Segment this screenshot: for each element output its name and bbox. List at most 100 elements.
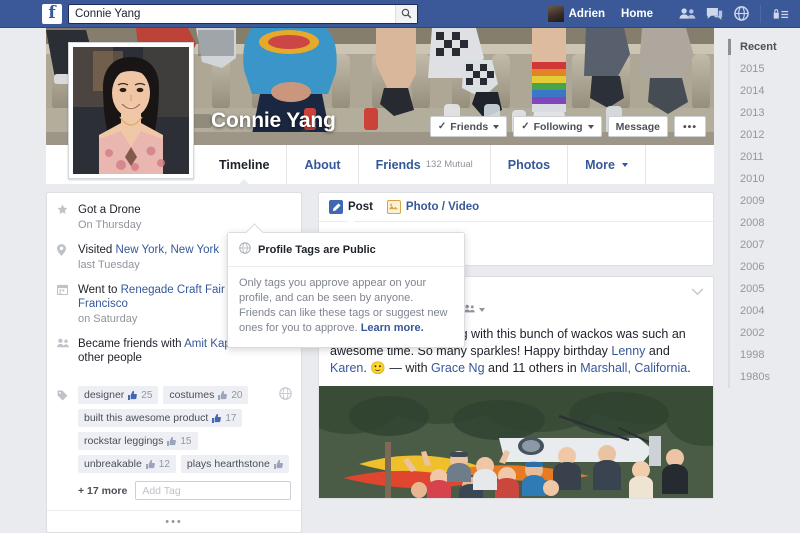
tab-photos[interactable]: Photos bbox=[491, 145, 569, 184]
event-location-link[interactable]: New York, New York bbox=[116, 244, 220, 256]
profile-tag[interactable]: rockstar leggings 15 bbox=[78, 432, 198, 450]
composer-tab-photo-video[interactable]: Photo / Video bbox=[386, 193, 480, 222]
year-nav-item-recent[interactable]: Recent bbox=[728, 36, 800, 58]
profile-header: Connie Yang ✓ Friends ✓ Following Messag… bbox=[46, 28, 714, 185]
post-text-5: and 11 others in bbox=[484, 361, 581, 375]
profile-tag[interactable]: built this awesome product 17 bbox=[78, 409, 243, 427]
post-audience-friends-icon[interactable] bbox=[464, 304, 476, 316]
search-container bbox=[68, 3, 418, 24]
profile-picture[interactable] bbox=[68, 42, 194, 179]
profile-tag[interactable]: costumes 20 bbox=[163, 386, 249, 404]
tab-more-label: More bbox=[585, 157, 615, 172]
friends-button-label: Friends bbox=[450, 120, 489, 133]
list-item-body: Got a Drone On Thursday bbox=[78, 203, 141, 232]
tab-friends-label: Friends bbox=[375, 157, 421, 172]
post-photo-image bbox=[319, 386, 713, 498]
tab-friends-mutual-count: 132 Mutual bbox=[425, 159, 473, 170]
event-timestamp: On Thursday bbox=[78, 219, 142, 231]
year-nav-item-2005[interactable]: 2005 bbox=[728, 278, 800, 300]
tags-privacy-globe-icon[interactable] bbox=[279, 387, 292, 400]
friends-icon bbox=[57, 337, 70, 365]
more-options-button[interactable]: ••• bbox=[673, 116, 706, 137]
profile-tag-count: 15 bbox=[180, 435, 192, 447]
avatar bbox=[547, 5, 564, 22]
list-item-body: Visited New York, New York last Tuesday bbox=[78, 243, 219, 272]
photo-icon bbox=[386, 200, 401, 214]
year-nav-item-2014[interactable]: 2014 bbox=[728, 80, 800, 102]
composer-tab-post-label: Post bbox=[348, 201, 373, 213]
year-nav-item-2010[interactable]: 2010 bbox=[728, 168, 800, 190]
year-nav-item-2002[interactable]: 2002 bbox=[728, 322, 800, 344]
check-icon: ✓ bbox=[437, 121, 447, 132]
tab-timeline[interactable]: Timeline bbox=[202, 145, 288, 185]
star-icon bbox=[57, 203, 70, 232]
profile-tag-count: 20 bbox=[231, 389, 243, 401]
year-nav-item-2009[interactable]: 2009 bbox=[728, 190, 800, 212]
tab-friends[interactable]: Friends 132 Mutual bbox=[359, 145, 491, 184]
post-location-link[interactable]: Marshall, California bbox=[580, 361, 687, 375]
chevron-down-icon[interactable] bbox=[479, 308, 486, 312]
messages-button[interactable] bbox=[702, 3, 726, 25]
following-button[interactable]: ✓ Following bbox=[513, 116, 602, 137]
tab-more[interactable]: More bbox=[568, 145, 646, 184]
lock-icon bbox=[773, 9, 788, 19]
more-tags-button[interactable]: + 17 more bbox=[78, 485, 127, 497]
tab-about[interactable]: About bbox=[287, 145, 359, 184]
profile-tag[interactable]: plays hearthstone bbox=[180, 455, 289, 473]
pencil-icon bbox=[329, 200, 343, 214]
nav-divider bbox=[760, 4, 761, 23]
post-mention-lenny[interactable]: Lenny bbox=[611, 344, 645, 358]
search-input[interactable] bbox=[68, 3, 418, 24]
ellipsis-icon: ••• bbox=[165, 515, 183, 528]
nav-home-link[interactable]: Home bbox=[613, 2, 661, 26]
message-button[interactable]: Message bbox=[607, 116, 668, 137]
messages-icon bbox=[706, 7, 722, 20]
message-button-label: Message bbox=[615, 120, 660, 133]
learn-more-link[interactable]: Learn more. bbox=[361, 322, 424, 334]
facebook-logo[interactable]: f bbox=[42, 3, 62, 24]
event-title: Visited New York, New York bbox=[78, 244, 220, 256]
thumbs-up-icon bbox=[212, 413, 222, 423]
year-nav-item-2011[interactable]: 2011 bbox=[728, 146, 800, 168]
post-mention-karen[interactable]: Karen bbox=[330, 361, 363, 375]
post-photo[interactable] bbox=[319, 386, 713, 498]
profile-tag[interactable]: designer 25 bbox=[78, 386, 159, 404]
privacy-shortcuts-button[interactable] bbox=[768, 3, 792, 25]
year-nav-item-2015[interactable]: 2015 bbox=[728, 58, 800, 80]
following-button-label: Following bbox=[533, 120, 583, 133]
left-card-more-button[interactable]: ••• bbox=[47, 510, 301, 532]
year-nav-item-2004[interactable]: 2004 bbox=[728, 300, 800, 322]
profile-picture-frame bbox=[73, 47, 189, 174]
search-button[interactable] bbox=[395, 4, 417, 23]
nav-user-profile[interactable]: Adrien bbox=[540, 2, 613, 26]
year-nav-item-2013[interactable]: 2013 bbox=[728, 102, 800, 124]
profile-tag-count: 25 bbox=[141, 389, 153, 401]
nav-icon-group bbox=[675, 3, 792, 25]
profile-action-buttons: ✓ Friends ✓ Following Message ••• bbox=[429, 116, 706, 137]
thumbs-up-icon bbox=[273, 459, 283, 469]
year-nav-item-2007[interactable]: 2007 bbox=[728, 234, 800, 256]
notifications-button[interactable] bbox=[729, 3, 753, 25]
profile-tag[interactable]: unbreakable 12 bbox=[78, 455, 176, 473]
friends-button[interactable]: ✓ Friends bbox=[429, 116, 508, 137]
thumbs-up-icon bbox=[128, 390, 138, 400]
profile-tag-label: costumes bbox=[169, 389, 215, 401]
tooltip-header: Profile Tags are Public bbox=[228, 233, 464, 267]
post-menu-button[interactable] bbox=[691, 287, 704, 299]
profile-name-overlay: Connie Yang bbox=[211, 109, 336, 132]
tooltip-title: Profile Tags are Public bbox=[258, 243, 376, 256]
year-nav-item-1998[interactable]: 1998 bbox=[728, 344, 800, 366]
profile-tags-footer: + 17 more bbox=[78, 481, 291, 500]
composer-tab-post[interactable]: Post bbox=[329, 193, 373, 223]
composer-tab-photo-video-label: Photo / Video bbox=[405, 201, 480, 213]
year-nav-item-2008[interactable]: 2008 bbox=[728, 212, 800, 234]
year-nav-item-2006[interactable]: 2006 bbox=[728, 256, 800, 278]
post-mention-grace-ng[interactable]: Grace Ng bbox=[431, 361, 485, 375]
profile-tag-count: 12 bbox=[158, 458, 170, 470]
friend-requests-button[interactable] bbox=[675, 3, 699, 25]
post-text-4: — with bbox=[385, 361, 432, 375]
year-nav-item-1980s[interactable]: 1980s bbox=[728, 366, 800, 388]
year-nav-item-2012[interactable]: 2012 bbox=[728, 124, 800, 146]
page-stage: Connie Yang ✓ Friends ✓ Following Messag… bbox=[0, 28, 800, 533]
add-tag-input[interactable] bbox=[135, 481, 291, 500]
